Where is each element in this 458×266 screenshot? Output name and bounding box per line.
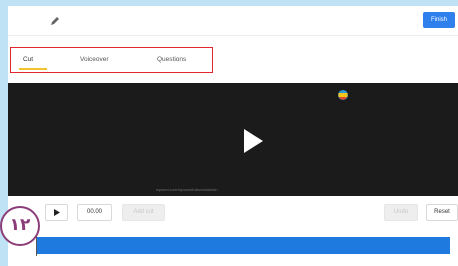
step-number-badge: ١٢: [0, 206, 40, 246]
colorful-ball-graphic: [338, 90, 348, 100]
tabs: Cut Voiceover Questions: [10, 47, 213, 73]
active-tab-indicator: [19, 68, 47, 70]
play-icon[interactable]: [241, 128, 265, 154]
top-bar: Finish: [8, 6, 458, 36]
play-small-icon: [53, 209, 60, 216]
timeline-track[interactable]: [37, 237, 450, 254]
tab-voiceover[interactable]: Voiceover: [80, 56, 109, 63]
video-player[interactable]: wpsnet.com/wpowerfullanimiainian: [8, 83, 458, 196]
undo-button[interactable]: Undo: [384, 204, 418, 221]
finish-button[interactable]: Finish: [423, 12, 455, 28]
pencil-icon[interactable]: [49, 15, 61, 27]
reset-button[interactable]: Reset: [426, 204, 458, 221]
add-cut-button[interactable]: Add cut: [122, 204, 165, 221]
editor-window: Finish Cut Voiceover Questions wpsnet.co…: [8, 6, 458, 266]
controls-bar: 00.00 Add cut Undo Reset: [8, 196, 458, 230]
play-button[interactable]: [45, 204, 68, 221]
tab-cut[interactable]: Cut: [23, 56, 33, 63]
tab-questions[interactable]: Questions: [157, 56, 186, 63]
video-caption: wpsnet.com/wpowerfullanimiainian: [156, 187, 218, 192]
time-display[interactable]: 00.00: [77, 204, 112, 221]
